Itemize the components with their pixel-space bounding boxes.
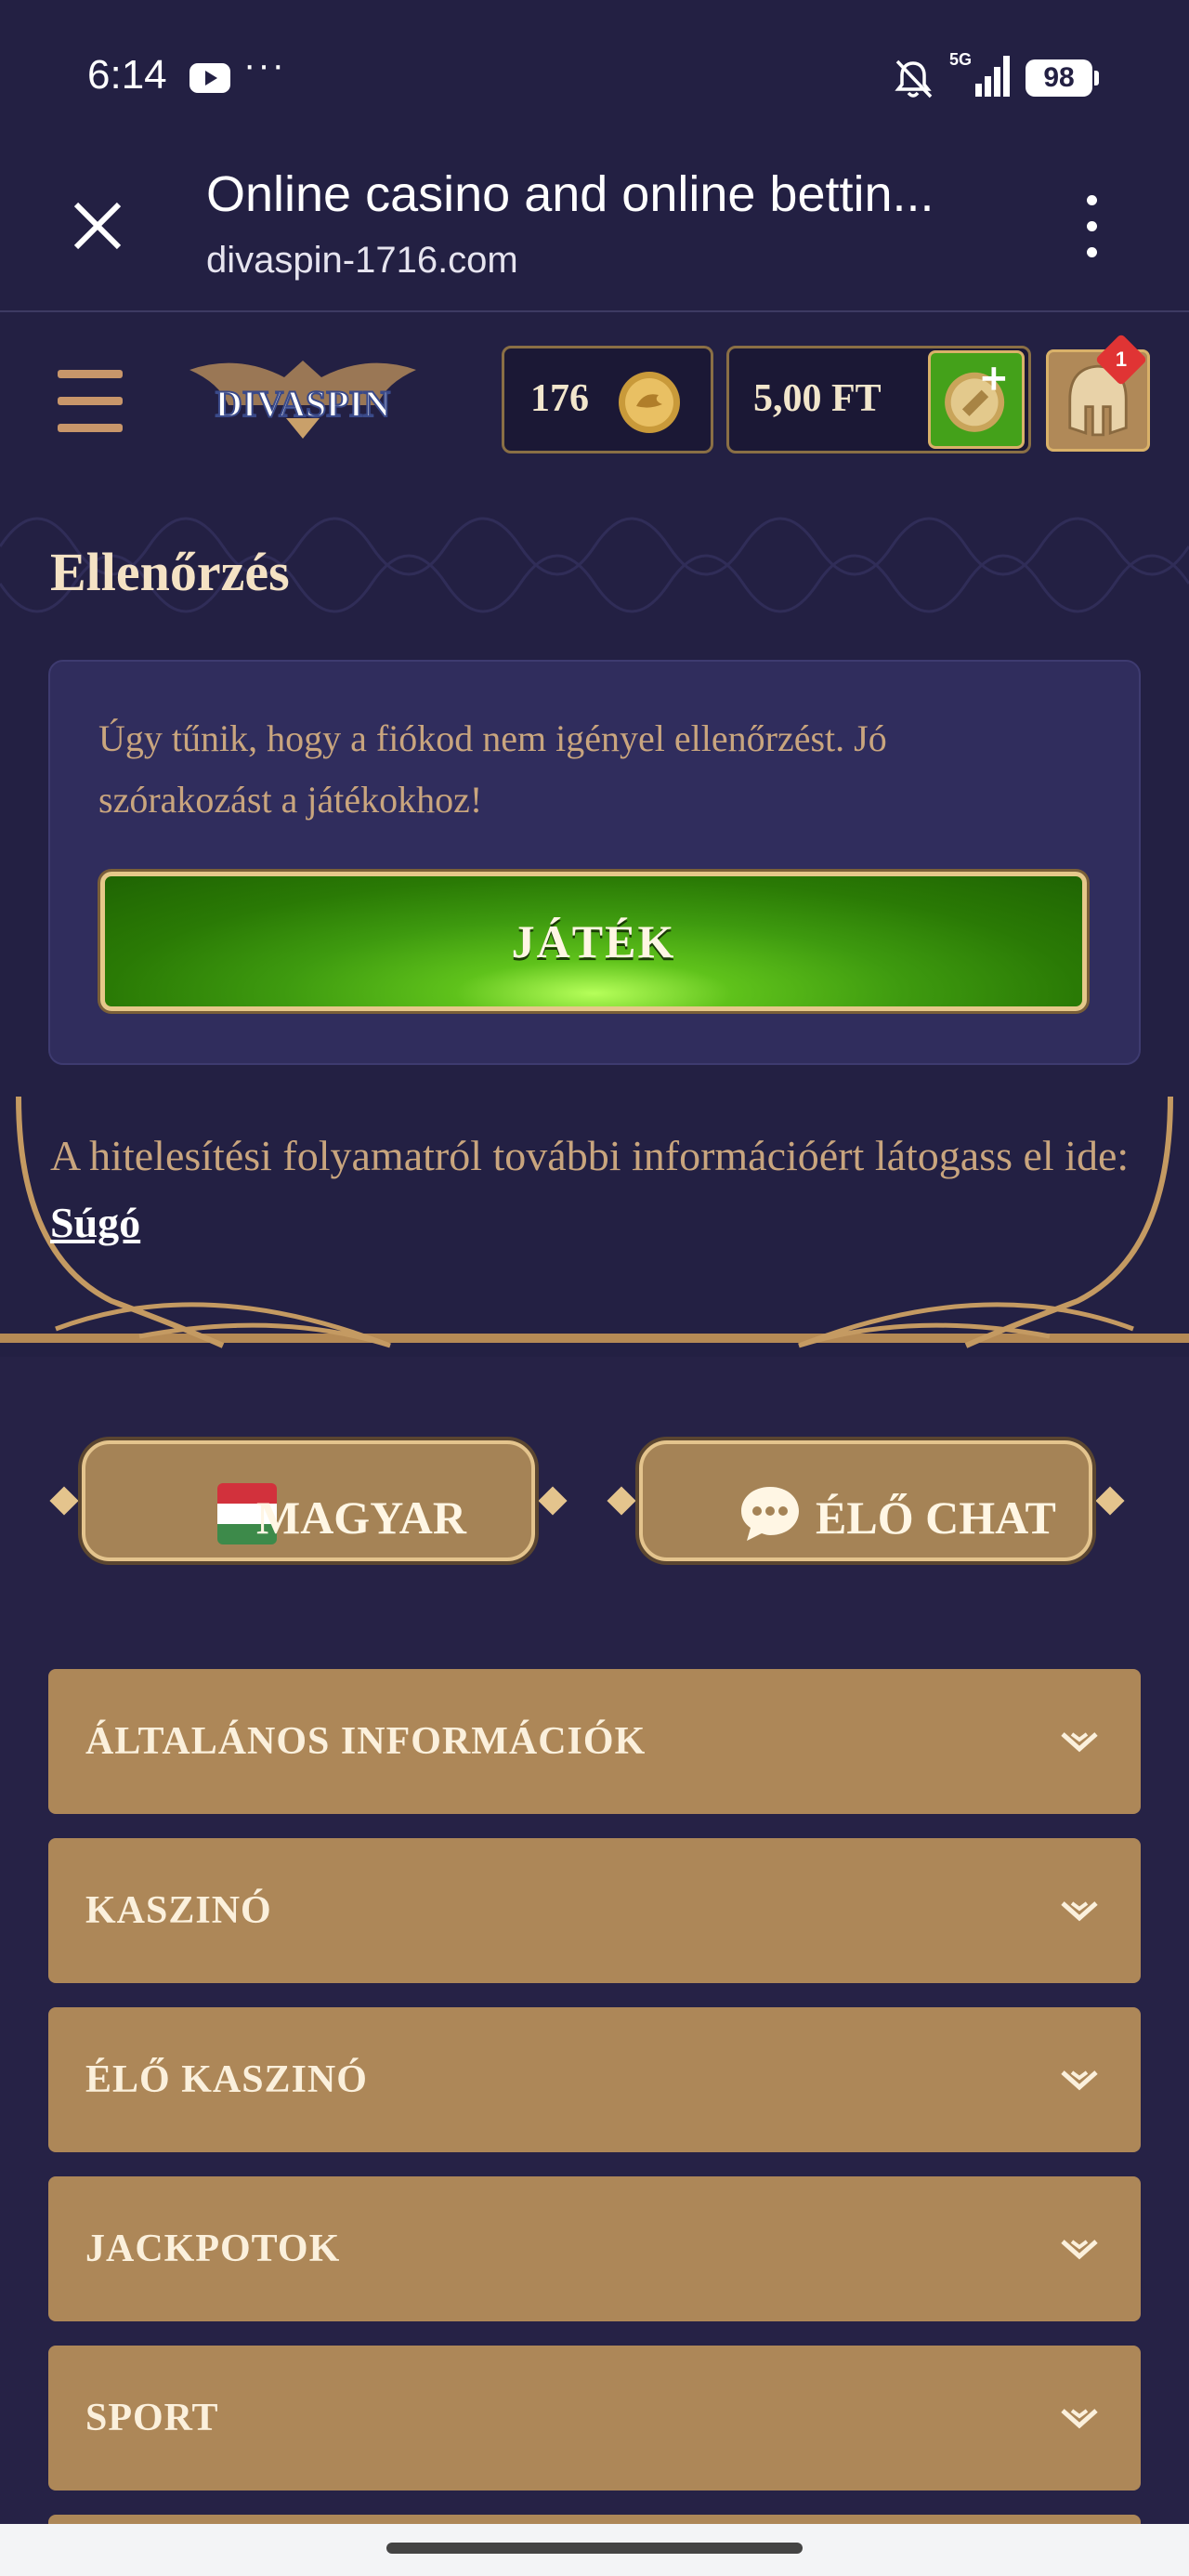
logo-text: DIVASPIN	[216, 383, 390, 425]
youtube-icon	[189, 63, 230, 93]
chat-bubble-icon	[741, 1487, 799, 1541]
chevron-down-icon	[1061, 2070, 1098, 2091]
page-title: Ellenőrzés	[50, 542, 290, 602]
notification-badge: 1	[1094, 333, 1148, 387]
notice-text: Úgy tűnik, hogy a fiókod nem igényel ell…	[98, 717, 887, 821]
close-icon[interactable]	[65, 193, 130, 258]
deposit-plus-icon	[945, 367, 1006, 432]
divaspin-logo[interactable]: DIVASPIN	[182, 351, 424, 448]
chevron-down-icon	[1061, 1901, 1098, 1922]
browser-page-title: Online casino and online bettin...	[206, 166, 934, 222]
accordion-general-info[interactable]: ÁLTALÁNOS INFORMÁCIÓK	[48, 1669, 1141, 1814]
language-label: MAGYAR	[256, 1492, 466, 1544]
help-info-text: A hitelesítési folyamatról további infor…	[50, 1132, 1130, 1246]
browser-divider	[0, 310, 1189, 312]
deposit-button[interactable]	[928, 350, 1025, 449]
accordion-label: SPORT	[85, 2397, 219, 2439]
coins-value: 176	[530, 377, 589, 420]
accordion-label: ÉLŐ KASZINÓ	[85, 2058, 368, 2101]
accordion-label: JACKPOTOK	[85, 2228, 341, 2270]
language-button[interactable]: MAGYAR	[48, 1431, 568, 1571]
play-button-label: JÁTÉK	[511, 915, 676, 967]
coin-icon	[619, 372, 680, 433]
accordion-label: KASZINÓ	[85, 1889, 272, 1932]
chevron-down-icon	[1061, 1732, 1098, 1753]
accordion-sport[interactable]: SPORT	[48, 2346, 1141, 2491]
balance-value: 5,00 FT	[753, 377, 882, 420]
browser-url[interactable]: divaspin-1716.com	[206, 240, 518, 282]
battery-indicator: 98	[1026, 59, 1099, 97]
accordion-jackpots[interactable]: JACKPOTOK	[48, 2176, 1141, 2321]
accordion-label: ÁLTALÁNOS INFORMÁCIÓK	[85, 1720, 647, 1763]
balance-display[interactable]: 5,00 FT	[726, 346, 1031, 453]
live-chat-button[interactable]: ÉLŐ CHAT	[606, 1431, 1126, 1571]
live-chat-label: ÉLŐ CHAT	[816, 1492, 1056, 1544]
signal-5g-icon: 5G	[949, 50, 1010, 97]
bell-muted-icon	[895, 59, 933, 99]
coins-counter[interactable]: 176	[502, 346, 713, 453]
home-indicator[interactable]	[386, 2543, 803, 2554]
accordion-live-casino[interactable]: ÉLŐ KASZINÓ	[48, 2007, 1141, 2152]
svg-text:5G: 5G	[949, 50, 972, 69]
menu-icon[interactable]	[58, 370, 123, 432]
accordion-casino[interactable]: KASZINÓ	[48, 1838, 1141, 1983]
more-notifications-icon: ···	[243, 45, 286, 85]
chevron-down-icon	[1061, 2240, 1098, 2260]
help-link[interactable]: Súgó	[50, 1199, 140, 1246]
more-options-icon[interactable]	[1078, 195, 1105, 262]
play-button[interactable]: JÁTÉK	[100, 872, 1087, 1011]
status-time: 6:14	[87, 52, 167, 98]
chevron-down-icon	[1061, 2409, 1098, 2429]
profile-button[interactable]: 1	[1046, 333, 1150, 452]
